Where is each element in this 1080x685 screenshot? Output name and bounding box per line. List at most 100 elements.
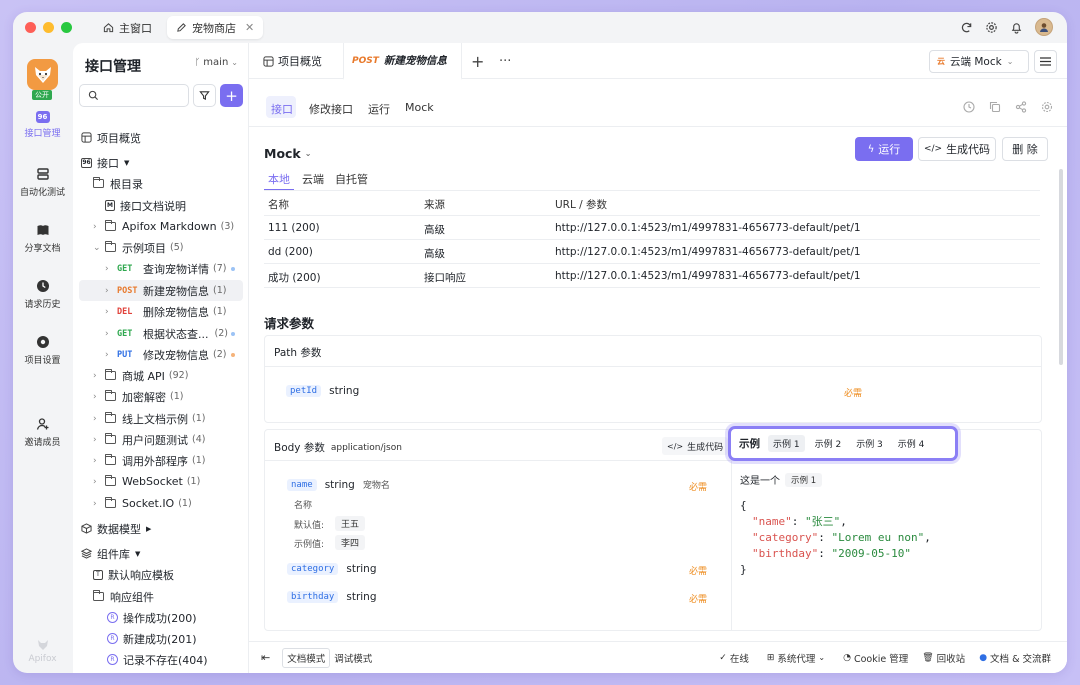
bell-icon[interactable] [1010,21,1023,34]
menu-button[interactable] [1034,50,1057,73]
scope-tab-local[interactable]: 本地 [268,171,290,187]
tree-item-data-models[interactable]: 数据模型 ▶ [81,518,151,539]
tree-item-endpoint[interactable]: › GET 根据状态查... (2) [105,323,235,344]
example-tab-3[interactable]: 示例 3 [851,435,888,452]
method-badge: GET [117,328,133,339]
share-icon[interactable] [1015,101,1027,113]
cloud-env-icon: 云 [937,57,945,66]
subtab-mock[interactable]: Mock [405,101,434,114]
example-tab-2[interactable]: 示例 2 [810,435,847,452]
param-name: category [287,563,339,575]
history-icon[interactable] [963,101,975,113]
tree-item-endpoint[interactable]: › GET 查询宠物详情 (7) [105,258,235,279]
layers-icon [81,548,92,559]
tab-post-create-pet[interactable]: POST 新建宠物信息 [343,43,462,80]
rail-label: 项目设置 [24,356,61,366]
tree-item-response[interactable]: R 记录不存在(404) [107,649,208,670]
tree-item-apifox-markdown[interactable]: › Apifox Markdown (3) [93,216,234,237]
body-generate-code-button[interactable]: </> 生成代码 [662,437,729,455]
tree-item-sample-project[interactable]: ⌄ 示例项目 (5) [93,237,183,258]
scope-tab-self-hosted[interactable]: 自托管 [335,171,368,187]
chevron-down-icon: ⌄ [231,58,238,67]
user-avatar[interactable] [1035,18,1053,36]
tree-item-folder[interactable]: › WebSocket (1) [93,471,200,492]
tree-item-folder[interactable]: › 用户问题测试 (4) [93,429,205,450]
window-tab-pet-store[interactable]: 宠物商店 ✕ [167,16,264,39]
tree-item-doc[interactable]: M 接口文档说明 [105,195,186,216]
rail-project-settings[interactable]: 项目设置 [13,335,72,366]
collapse-sidebar-icon[interactable]: ⇤ [261,651,270,664]
tree-item-response[interactable]: R 新建成功(201) [107,628,197,649]
tree-item-endpoint[interactable]: › PUT 修改宠物信息 (2) [105,344,235,365]
minimize-window-button[interactable] [43,22,54,33]
cookie-manager[interactable]: ◔ Cookie 管理 [843,651,908,665]
online-status[interactable]: ✓ 在线 [719,651,749,665]
tab-project-overview[interactable]: 项目概览 [263,43,322,79]
proxy-selector[interactable]: ⊞ 系统代理 ⌄ [767,651,825,665]
response-icon: R [107,612,118,623]
sidebar-title: 接口管理 [85,59,141,75]
delete-button[interactable]: 删 除 [1002,137,1048,161]
vertical-scrollbar[interactable] [1059,169,1063,365]
tree-label: 示例项目 [122,241,166,255]
maximize-window-button[interactable] [61,22,72,33]
doc-mode-button[interactable]: 文档模式 [282,647,331,668]
settings-icon[interactable] [1041,101,1053,113]
branch-selector[interactable]: ᚴ main ⌄ [195,57,238,68]
tree-label: 查询宠物详情 [143,262,209,276]
tree-item-endpoint-active[interactable]: › POST 新建宠物信息 (1) [105,280,226,301]
tree-item-root[interactable]: 根目录 [92,173,143,194]
rail-automated-tests[interactable]: 自动化测试 [13,167,72,198]
tab-close-icon[interactable]: ✕ [245,21,254,34]
param-name: petId [286,385,322,397]
required-label: 必需 [689,567,708,577]
project-fox-logo[interactable] [27,59,58,90]
filter-button[interactable] [193,84,216,107]
tree-item-response-components[interactable]: 响应组件 [92,586,154,607]
tree-item-apis[interactable]: 96 接口 ▼ [81,152,129,173]
docs-community[interactable]: ● 文档 & 交流群 [979,651,1051,665]
rail-api-management[interactable]: 96 接口管理 [13,111,72,139]
table-row[interactable]: 成功 (200) 接口响应 http://127.0.0.1:4523/m1/4… [264,263,1040,288]
generate-code-button[interactable]: </> 生成代码 [918,137,996,161]
subtab-api[interactable]: 接口 [271,101,293,117]
template-icon: T [93,569,103,580]
run-button[interactable]: ϟ 运行 [855,137,913,161]
table-row[interactable]: 111 (200) 高级 http://127.0.0.1:4523/m1/49… [264,215,1040,239]
subtab-run[interactable]: 运行 [368,101,390,117]
rail-request-history[interactable]: 请求历史 [13,279,72,310]
refresh-icon[interactable] [960,21,973,34]
tree-item-response[interactable]: R 操作成功(200) [107,607,197,628]
tree-label: 根目录 [110,177,143,191]
rail-share-docs[interactable]: 分享文档 [13,223,72,254]
debug-mode-button[interactable]: 调试模式 [334,649,372,667]
environment-select[interactable]: 云 云端 Mock ⌄ [929,50,1029,73]
example-tab-1[interactable]: 示例 1 [768,435,805,452]
gencode-label: 生成代码 [946,143,991,156]
new-tab-button[interactable]: + [471,43,484,79]
mock-section-title[interactable]: Mock ⌄ [264,146,311,161]
tree-item-endpoint[interactable]: › DEL 删除宠物信息 (1) [105,301,226,322]
search-input[interactable] [79,84,189,107]
more-tabs-button[interactable]: ··· [499,43,511,79]
tree-item-folder[interactable]: › 线上文档示例 (1) [93,408,205,429]
subtab-edit-api[interactable]: 修改接口 [309,101,353,117]
tree-item-components[interactable]: 组件库 ▼ [81,543,140,564]
method-badge: POST [117,285,138,296]
add-button[interactable]: + [220,84,243,107]
settings-icon[interactable] [985,21,998,34]
window-tab-home[interactable]: 主窗口 [94,16,161,39]
tree-item-folder[interactable]: › 商城 API (92) [93,365,188,386]
tree-item-default-template[interactable]: T 默认响应模板 [93,564,174,585]
close-window-button[interactable] [25,22,36,33]
rail-invite-members[interactable]: 邀请成员 [13,417,72,448]
tree-item-folder[interactable]: › Socket.IO (1) [93,493,192,514]
tree-item-overview[interactable]: 项目概览 [81,127,141,148]
table-row[interactable]: dd (200) 高级 http://127.0.0.1:4523/m1/499… [264,239,1040,263]
copy-icon[interactable] [989,101,1001,113]
example-tab-4[interactable]: 示例 4 [893,435,930,452]
scope-tab-cloud[interactable]: 云端 [302,171,324,187]
tree-item-folder[interactable]: › 调用外部程序 (1) [93,450,205,471]
recycle-bin[interactable]: 🗑 回收站 [922,651,965,665]
tree-item-folder[interactable]: › 加密解密 (1) [93,386,183,407]
